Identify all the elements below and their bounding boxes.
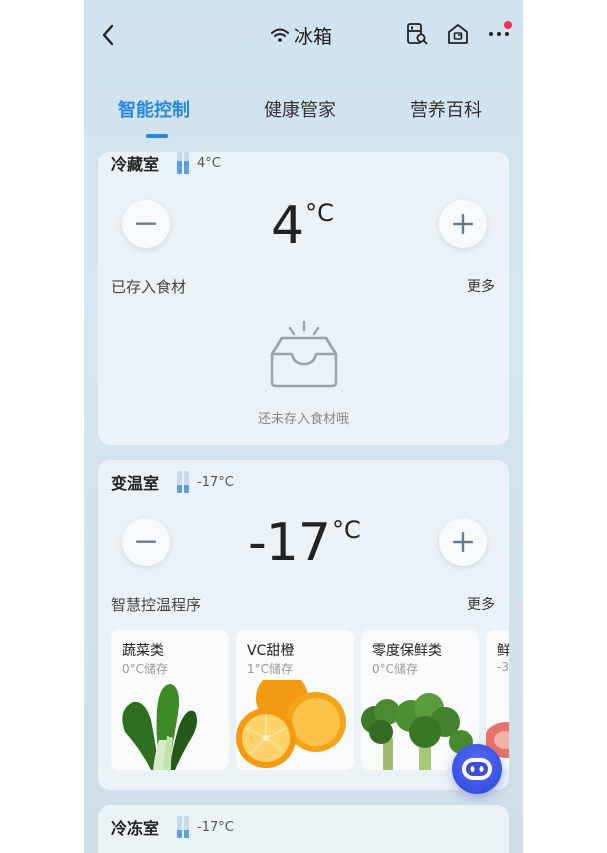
empty-tray-icon bbox=[270, 320, 338, 388]
tab-health-manager[interactable]: 健康管家 bbox=[264, 96, 336, 122]
plus-icon bbox=[453, 214, 473, 234]
orange-image bbox=[236, 680, 346, 768]
home-button[interactable] bbox=[444, 20, 472, 48]
back-button[interactable] bbox=[94, 20, 122, 50]
compartment-name: 冷藏室 bbox=[111, 155, 160, 174]
temperature-value: -17 bbox=[248, 513, 331, 573]
temp-level-indicator bbox=[177, 471, 190, 493]
robot-face-icon bbox=[462, 758, 492, 780]
target-temperature: 4 °C bbox=[271, 198, 334, 254]
increase-temp-button[interactable] bbox=[439, 518, 487, 566]
variable-compartment-header[interactable]: 变温室 -17°C bbox=[111, 471, 234, 493]
program-storage-temp: 0°C储存 bbox=[122, 662, 169, 676]
tab-nutrition-wiki[interactable]: 营养百科 bbox=[410, 96, 482, 122]
decrease-temp-button[interactable] bbox=[122, 200, 170, 248]
program-storage-temp: -3 bbox=[497, 660, 509, 674]
program-name: 蔬菜类 bbox=[122, 643, 164, 659]
program-name: 零度保鲜类 bbox=[372, 643, 442, 659]
freezer-compartment-header[interactable]: 冷冻室 -17°C bbox=[111, 816, 234, 838]
tab-bar: 智能控制 健康管家 营养百科 bbox=[84, 96, 523, 140]
smart-program-more-link[interactable]: 更多 bbox=[467, 594, 495, 614]
more-button[interactable] bbox=[485, 20, 513, 48]
minus-icon bbox=[136, 540, 156, 543]
active-tab-indicator bbox=[146, 134, 168, 138]
top-bar: 冰箱 bbox=[84, 0, 523, 70]
program-storage-temp: 1°C储存 bbox=[247, 662, 294, 676]
increase-temp-button[interactable] bbox=[439, 200, 487, 248]
variable-compartment-card: 变温室 -17°C -17 °C 智慧控温程序 更多 蔬菜类 0°C储存 VC甜… bbox=[98, 460, 509, 790]
tab-smart-control[interactable]: 智能控制 bbox=[118, 96, 190, 122]
program-tile-vegetables[interactable]: 蔬菜类 0°C储存 bbox=[111, 630, 229, 770]
more-icon bbox=[489, 32, 509, 36]
notification-dot bbox=[504, 21, 512, 29]
smart-program-label: 智慧控温程序 bbox=[111, 596, 202, 614]
compartment-name: 变温室 bbox=[111, 474, 160, 493]
page-title-group: 冰箱 bbox=[270, 20, 332, 50]
fridge-compartment-card: 冷藏室 4°C 4 °C 已存入食材 更多 还未存入食材哦 bbox=[98, 152, 509, 445]
wifi-icon bbox=[271, 28, 289, 42]
empty-food-text: 还未存入食材哦 bbox=[257, 412, 349, 427]
temp-level-indicator bbox=[177, 152, 190, 174]
decrease-temp-button[interactable] bbox=[122, 518, 170, 566]
home-icon bbox=[448, 24, 468, 44]
target-temperature: -17 °C bbox=[248, 515, 361, 571]
app-screen: 冰箱 智能控制 健康管家 营养百科 冷藏室 4°C 4 °C 已存入食材 更多 … bbox=[84, 0, 523, 853]
program-name: 鲜 bbox=[497, 643, 509, 659]
temperature-unit: °C bbox=[331, 516, 361, 544]
compartment-temp-label: -17°C bbox=[197, 474, 234, 490]
plus-icon bbox=[453, 532, 473, 552]
fridge-search-button[interactable] bbox=[403, 20, 431, 48]
fridge-search-icon bbox=[407, 23, 428, 45]
bok-choy-image bbox=[122, 684, 197, 770]
freezer-compartment-card: 冷冻室 -17°C bbox=[98, 805, 509, 853]
compartment-temp-label: -17°C bbox=[197, 819, 234, 835]
minus-icon bbox=[136, 222, 156, 225]
temperature-unit: °C bbox=[305, 199, 334, 227]
stored-food-more-link[interactable]: 更多 bbox=[467, 276, 495, 296]
compartment-temp-label: 4°C bbox=[197, 155, 221, 171]
page-title: 冰箱 bbox=[294, 25, 333, 48]
temperature-value: 4 bbox=[271, 196, 304, 256]
program-tile-oranges[interactable]: VC甜橙 1°C储存 bbox=[236, 630, 354, 770]
back-icon bbox=[102, 24, 114, 46]
program-name: VC甜橙 bbox=[247, 643, 295, 659]
program-tile-list: 蔬菜类 0°C储存 VC甜橙 1°C储存 零度保鲜类 0°C储存 鲜 -3 bbox=[111, 630, 509, 770]
assistant-button[interactable] bbox=[452, 744, 502, 794]
temp-level-indicator bbox=[177, 816, 190, 838]
stored-food-label: 已存入食材 bbox=[111, 278, 187, 296]
compartment-name: 冷冻室 bbox=[111, 819, 160, 838]
program-storage-temp: 0°C储存 bbox=[372, 662, 419, 676]
fridge-compartment-header[interactable]: 冷藏室 4°C bbox=[111, 152, 221, 174]
